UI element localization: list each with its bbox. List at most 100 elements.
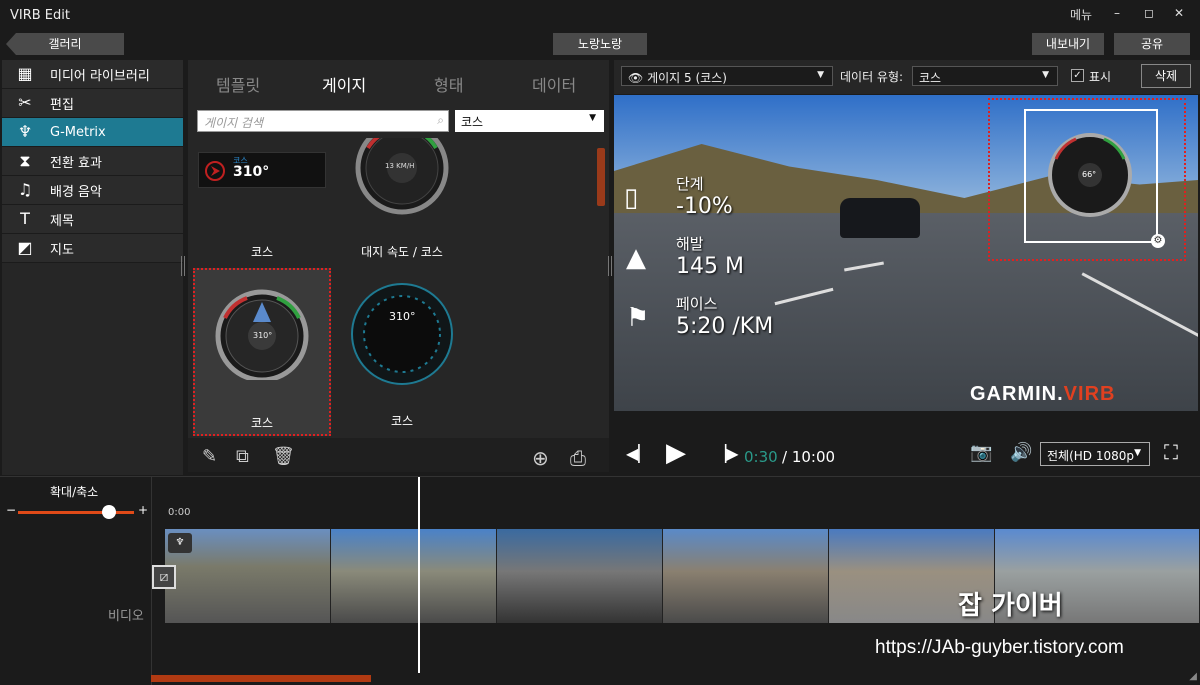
current-time: 0:30: [744, 448, 778, 466]
gauge-list-scrollbar[interactable]: [597, 148, 605, 206]
sidebar-item-music[interactable]: ♫ 배경 음악: [2, 176, 183, 205]
title-bar: VIRB Edit 메뉴 – ◻ ✕: [0, 0, 1200, 30]
maximize-icon[interactable]: ◻: [1144, 6, 1154, 20]
speed-course-gauge-icon: [355, 138, 449, 215]
gauge-item-selected[interactable]: 310° 코스: [193, 268, 331, 436]
sidebar-item-media-library[interactable]: ▦ 미디어 라이브러리: [2, 60, 183, 89]
add-circle-icon[interactable]: ⊕: [532, 446, 549, 470]
pencil-icon[interactable]: ✎: [202, 446, 217, 467]
share-button[interactable]: 공유: [1114, 33, 1190, 55]
gauge-type-select[interactable]: 코스 ▼: [455, 110, 604, 132]
timeline-scrollbar[interactable]: [151, 675, 371, 682]
sidebar-item-edit[interactable]: ✂ 편집: [2, 89, 183, 118]
camera-icon[interactable]: 📷: [970, 442, 992, 463]
volume-icon[interactable]: 🔊: [1010, 442, 1032, 463]
zoom-slider-handle[interactable]: [102, 505, 116, 519]
sidebar-item-title[interactable]: T 제목: [2, 205, 183, 234]
play-icon[interactable]: ▶: [666, 438, 686, 468]
data-type-value: 코스: [919, 71, 942, 85]
show-checkbox[interactable]: ✓: [1071, 69, 1084, 82]
project-name[interactable]: 노랑노랑: [553, 33, 647, 55]
splitter-handle[interactable]: [608, 256, 612, 276]
clip-thumbnail: [331, 529, 497, 623]
chevron-down-icon: ▼: [1042, 70, 1049, 80]
resize-grip-icon[interactable]: ◢: [1189, 671, 1197, 682]
watermark-url: https://JAb-guyber.tistory.com: [875, 637, 1124, 658]
gauge-label: 코스: [250, 416, 274, 430]
save-icon[interactable]: ⎙: [570, 446, 586, 470]
delete-button[interactable]: 삭제: [1141, 64, 1191, 88]
gauge-label: 대지 속도 / 코스: [361, 245, 443, 259]
sidebar: ▦ 미디어 라이브러리 ✂ 편집 ♆ G-Metrix ⧗ 전환 효과 ♫ 배경…: [2, 60, 183, 475]
elevation-value: 145 M: [676, 254, 744, 279]
gauge-search-input[interactable]: 게이지 검색 ⌕: [197, 110, 449, 132]
garmin-virb-logo: GARMIN.VIRB: [970, 383, 1115, 406]
tab-gauges[interactable]: 게이지: [322, 72, 366, 96]
export-button[interactable]: 내보내기: [1032, 33, 1104, 55]
elevation-label: 해발: [676, 235, 704, 253]
duplicate-icon[interactable]: ⧉: [236, 446, 249, 467]
gauge-tabs: 템플릿 게이지 형태 데이터: [188, 68, 609, 98]
gauge-readout-value: 310°: [389, 310, 416, 323]
close-icon[interactable]: ✕: [1174, 6, 1184, 20]
gauge-label: 코스: [390, 414, 414, 428]
gear-icon[interactable]: ⚙: [1151, 234, 1165, 248]
sidebar-item-label: 제목: [50, 213, 74, 229]
sidebar-item-label: 배경 음악: [50, 184, 102, 200]
video-car: [840, 198, 920, 238]
show-label: 표시: [1089, 70, 1112, 84]
gauge-readout-value: 310°: [253, 331, 273, 340]
gauge-readout-value: 310°: [233, 164, 270, 180]
search-placeholder: 게이지 검색: [204, 116, 264, 130]
quality-select[interactable]: 전체(HD 1080p ▼: [1040, 442, 1150, 466]
map-icon: ◩: [17, 238, 33, 257]
tab-templates[interactable]: 템플릿: [216, 72, 260, 96]
overlay-gauge[interactable]: 66°: [1024, 109, 1158, 243]
data-type-select[interactable]: 코스 ▼: [912, 66, 1058, 86]
tab-shapes[interactable]: 형태: [434, 72, 463, 96]
sidebar-item-label: 미디어 라이브러리: [50, 68, 150, 84]
data-type-label: 데이터 유형:: [840, 70, 904, 84]
fullscreen-icon[interactable]: ⛶: [1164, 440, 1178, 464]
gauge-item[interactable]: 310° 코스: [333, 268, 471, 436]
nav-bar: 갤러리 노랑노랑 내보내기 공유: [0, 30, 1200, 58]
step-back-icon[interactable]: ◀▏: [626, 444, 651, 463]
video-track-label: 비디오: [108, 609, 144, 624]
zoom-out-icon[interactable]: −: [6, 503, 16, 517]
video-preview[interactable]: ▯ 단계 -10% ▲ 해발 145 M ⚑ 페이스 5:20 /KM 66° …: [614, 95, 1198, 411]
zoom-in-icon[interactable]: +: [138, 503, 148, 517]
app-title: VIRB Edit: [10, 8, 70, 23]
splitter-handle[interactable]: [181, 256, 185, 276]
pace-label: 페이스: [676, 295, 718, 313]
minimize-icon[interactable]: –: [1114, 6, 1120, 20]
gauge-selector-value: 게이지 5 (코스): [647, 71, 727, 85]
gmetrix-icon: ♆: [17, 122, 33, 141]
eye-icon: 👁: [628, 71, 644, 85]
zoom-slider[interactable]: [18, 511, 134, 514]
menu-button[interactable]: 메뉴: [1070, 6, 1092, 23]
watermark-text: 잡 가이버: [958, 591, 1063, 621]
sidebar-item-transitions[interactable]: ⧗ 전환 효과: [2, 147, 183, 176]
step-forward-icon[interactable]: ▕▶: [714, 444, 739, 463]
flag-icon: ⚑: [626, 303, 650, 333]
trash-icon[interactable]: 🗑: [272, 446, 295, 467]
sidebar-item-gmetrix[interactable]: ♆ G-Metrix: [2, 118, 183, 147]
clip-thumbnail: [663, 529, 829, 623]
pace-overlay: 페이스 5:20 /KM: [676, 293, 773, 339]
pace-value: 5:20 /KM: [676, 314, 774, 339]
ruler-start-time: 0:00: [168, 507, 191, 518]
scissors-icon: ✂: [18, 93, 32, 112]
grade-overlay: 단계 -10%: [676, 173, 733, 219]
tab-data[interactable]: 데이터: [532, 72, 576, 96]
transition-slot-icon[interactable]: ⧄: [152, 565, 176, 589]
gauge-label: 코스: [250, 245, 274, 259]
logo-virb: VIRB: [1063, 383, 1116, 405]
sidebar-item-map[interactable]: ◩ 지도: [2, 234, 183, 263]
playhead[interactable]: [418, 477, 420, 673]
compass-readout: 코스 310°: [198, 152, 326, 188]
gauge-panel-toolbar: ✎ ⧉ 🗑 ⊕ ⎙: [188, 438, 609, 472]
sidebar-item-label: G-Metrix: [50, 124, 106, 140]
gallery-button[interactable]: 갤러리: [6, 33, 124, 55]
gauge-selector[interactable]: 👁 게이지 5 (코스) ▼: [621, 66, 833, 86]
transition-icon: ⧗: [19, 151, 31, 170]
